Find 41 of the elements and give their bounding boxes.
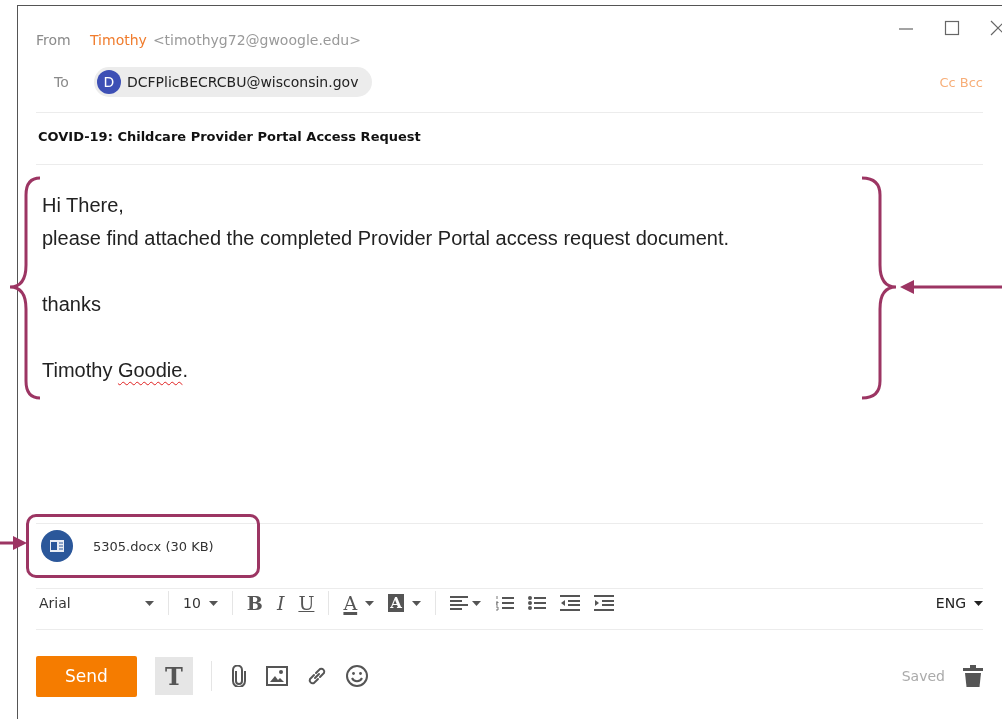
link-icon[interactable] bbox=[306, 665, 328, 687]
caret-icon bbox=[411, 600, 421, 606]
bold-button[interactable]: B bbox=[246, 592, 263, 614]
numbered-list-icon[interactable] bbox=[495, 595, 514, 611]
save-status: Saved bbox=[901, 668, 945, 684]
caret-icon bbox=[145, 600, 154, 606]
caret-icon bbox=[365, 600, 375, 606]
caret-icon bbox=[208, 600, 218, 606]
paperclip-icon[interactable] bbox=[230, 665, 248, 687]
outdent-icon[interactable] bbox=[559, 595, 580, 611]
align-icon[interactable] bbox=[449, 595, 482, 611]
underline-button[interactable]: U bbox=[298, 592, 315, 614]
recipient-chip[interactable]: D DCFPlicBECRCBU@wisconsin.gov bbox=[94, 67, 373, 97]
body-text: thanks bbox=[42, 292, 101, 317]
language-dropdown[interactable]: ENG bbox=[935, 595, 983, 611]
close-icon[interactable] bbox=[990, 20, 1002, 36]
body-text: Timothy Goodie. bbox=[42, 358, 188, 383]
sender-name: Timothy bbox=[90, 32, 147, 48]
body-text: Hi There, bbox=[42, 193, 124, 218]
image-icon[interactable] bbox=[266, 666, 288, 686]
sender-address: <timothyg72@gwoogle.edu> bbox=[152, 32, 361, 48]
to-label: To bbox=[53, 74, 70, 90]
maximize-icon[interactable] bbox=[944, 20, 960, 36]
arrow bbox=[0, 536, 27, 550]
bullet-list-icon[interactable] bbox=[527, 595, 546, 611]
italic-button[interactable]: I bbox=[276, 592, 285, 614]
font-dropdown[interactable]: Arial bbox=[36, 595, 154, 611]
font-size-dropdown[interactable]: 10 bbox=[183, 595, 218, 611]
document-icon bbox=[41, 530, 73, 562]
subject-field[interactable]: COVID-19: Childcare Provider Portal Access Request bbox=[36, 113, 983, 156]
emoji-icon[interactable] bbox=[346, 665, 368, 687]
font-color-button[interactable]: A bbox=[343, 592, 375, 614]
caret-icon bbox=[974, 600, 983, 606]
text-format-button[interactable]: T bbox=[155, 657, 193, 695]
from-label: From bbox=[36, 32, 72, 48]
indent-icon[interactable] bbox=[593, 595, 614, 611]
trash-icon[interactable] bbox=[963, 665, 983, 687]
body-text: please find attached the completed Provider Portal access request document. bbox=[42, 226, 730, 251]
highlight-button[interactable]: A bbox=[388, 594, 421, 612]
avatar: D bbox=[97, 70, 121, 94]
attachment[interactable]: 5305.docx (30 KB) bbox=[26, 514, 260, 578]
